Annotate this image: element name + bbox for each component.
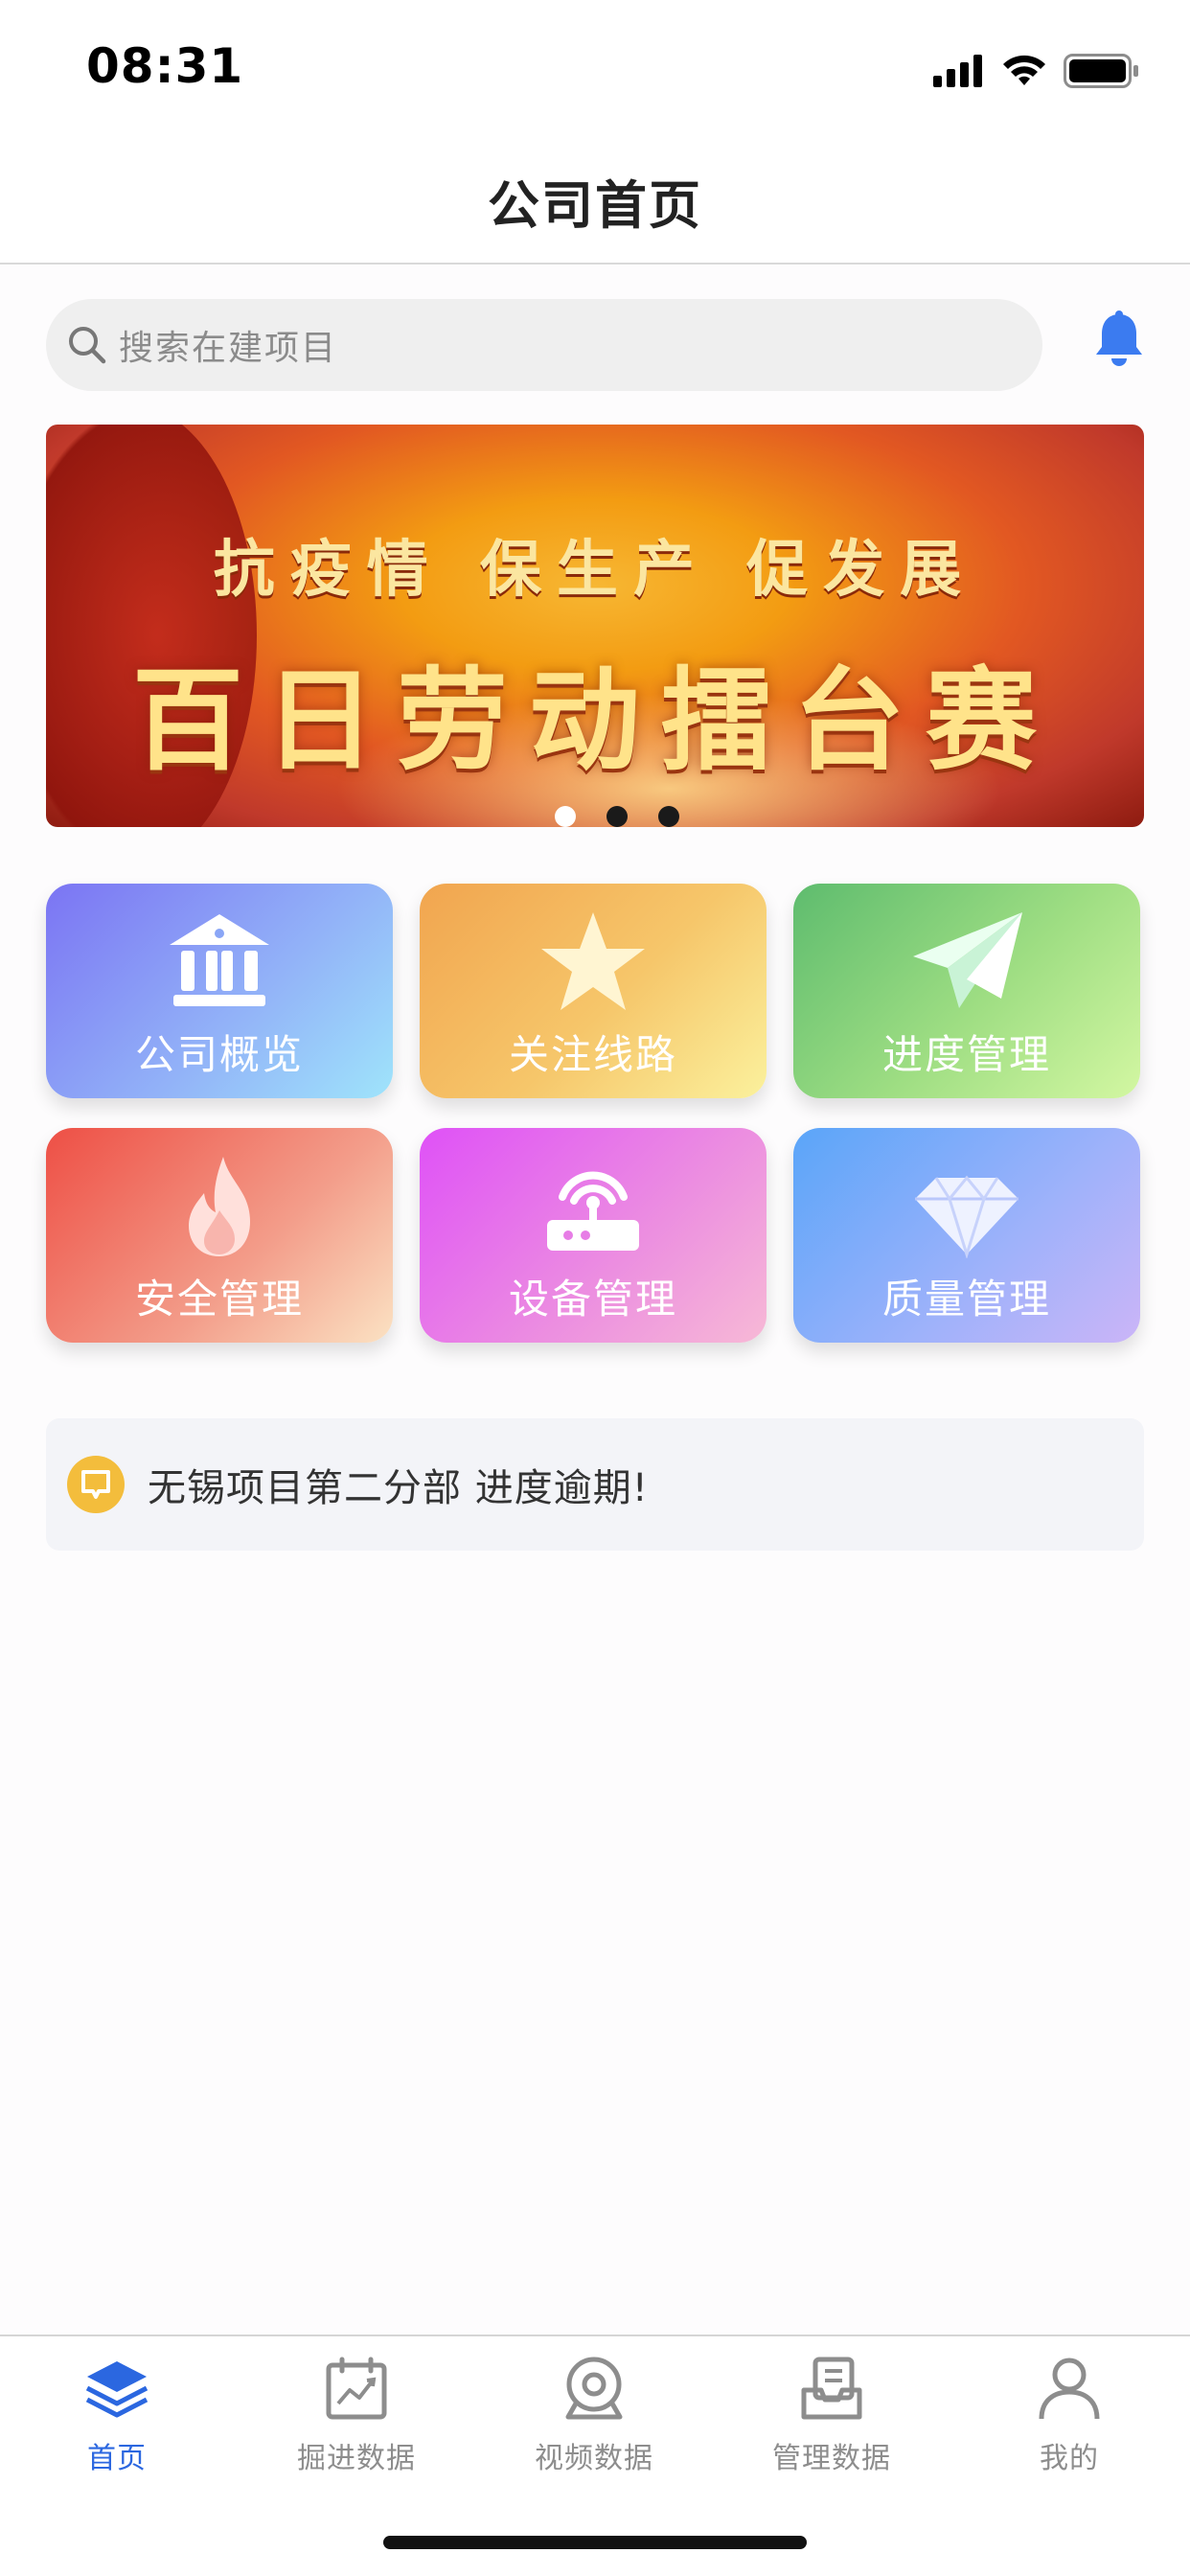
flame-icon [189,1157,250,1256]
nav-bar: 公司首页 [0,134,1190,264]
router-icon [547,1171,639,1251]
tab-label: 我的 [1040,2442,1099,2475]
tab-label: 首页 [87,2442,147,2475]
tile-label: 质量管理 [881,1276,1051,1322]
bank-icon [170,914,269,1006]
status-time: 08:31 [86,38,244,94]
notice-text: 无锡项目第二分部 进度逾期! [148,1466,649,1510]
wifi-icon [1003,55,1045,85]
user-icon [1039,2358,1100,2420]
notice-bar[interactable]: 无锡项目第二分部 进度逾期! [46,1418,1144,1551]
tile-label: 关注线路 [508,1031,677,1078]
tile-company-overview[interactable]: 公司概览 [46,884,393,1098]
star-icon [541,912,645,1010]
tile-label: 公司概览 [134,1031,304,1078]
home-indicator [383,2536,807,2549]
status-bar: 08:31 [0,0,1190,134]
status-icons [933,50,1140,92]
camera-icon [565,2357,623,2420]
search-placeholder: 搜索在建项目 [119,329,338,368]
paper-plane-icon [913,912,1022,1008]
tab-profile[interactable]: 我的 [973,2356,1165,2499]
carousel-dot[interactable] [606,806,628,827]
battery-icon [1064,54,1138,88]
banner-title: 百日劳动擂台赛 [132,656,1058,786]
tile-label: 进度管理 [881,1031,1051,1078]
message-icon [67,1456,125,1513]
tile-label: 安全管理 [134,1276,304,1322]
notification-bell-icon[interactable] [1092,310,1146,370]
promo-banner[interactable]: 抗疫情 保生产 促发展 百日劳动擂台赛 [46,425,1144,827]
tile-equipment-management[interactable]: 设备管理 [420,1128,767,1343]
document-stack-icon [801,2357,862,2420]
tile-safety-management[interactable]: 安全管理 [46,1128,393,1343]
banner-subtitle: 抗疫情 保生产 促发展 [213,534,977,606]
tile-followed-routes[interactable]: 关注线路 [420,884,767,1098]
tab-label: 视频数据 [535,2442,653,2475]
tab-home[interactable]: 首页 [21,2356,213,2499]
cellular-signal-icon [933,55,982,87]
search-icon [69,327,106,364]
tab-label: 管理数据 [772,2442,891,2475]
tile-progress-management[interactable]: 进度管理 [793,884,1140,1098]
chart-calendar-icon [326,2357,387,2420]
carousel-dot[interactable] [555,806,576,827]
tab-excavation-data[interactable]: 掘进数据 [261,2356,452,2499]
diamond-icon [915,1175,1018,1258]
carousel-dots [46,806,1144,827]
tab-video-data[interactable]: 视频数据 [498,2356,690,2499]
tile-label: 设备管理 [508,1276,677,1322]
carousel-dot[interactable] [658,806,679,827]
tab-management-data[interactable]: 管理数据 [736,2356,927,2499]
tile-quality-management[interactable]: 质量管理 [793,1128,1140,1343]
search-input[interactable]: 搜索在建项目 [46,299,1042,391]
tab-label: 掘进数据 [297,2442,416,2475]
layers-icon [85,2361,149,2418]
page-title: 公司首页 [488,175,702,236]
